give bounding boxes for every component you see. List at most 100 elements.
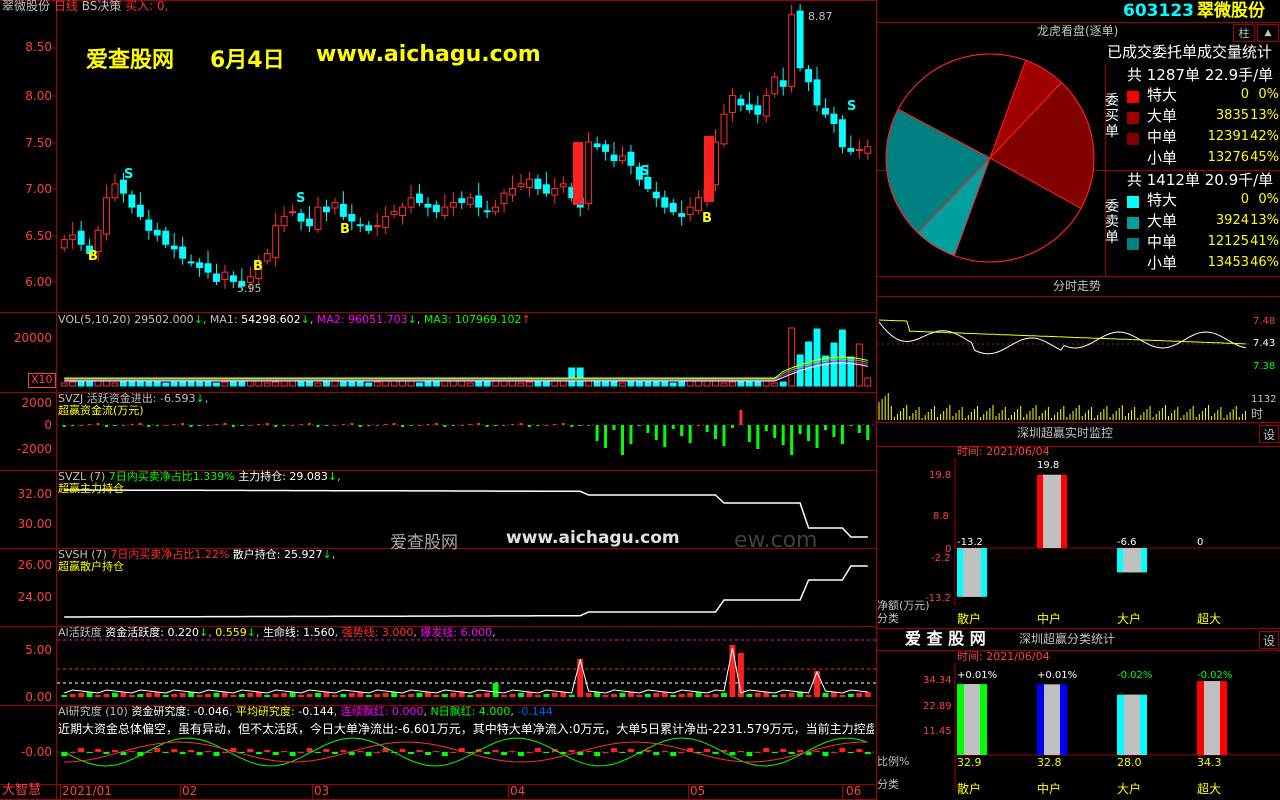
- candle-body: [229, 275, 237, 282]
- intraday-price-line: [878, 321, 1246, 355]
- svzj-bar: [849, 425, 853, 426]
- ai-research-bar: [847, 752, 854, 753]
- date-axis-label: 03: [314, 784, 330, 798]
- ai-active-title: AI活跃度: [58, 626, 102, 639]
- vol-unit-badge[interactable]: X10: [28, 373, 56, 388]
- svzj-bar: [587, 425, 591, 426]
- ai-research-bar: [281, 751, 288, 752]
- realtime-value-label: 0: [1197, 537, 1204, 548]
- ai-research-bar: [264, 750, 271, 752]
- ai-research-bar: [154, 748, 161, 752]
- svzj-bar: [155, 425, 159, 426]
- pin-button[interactable]: 柱: [1233, 24, 1255, 42]
- collapse-button[interactable]: ▲: [1257, 24, 1279, 42]
- realtime-value-label: -6.6: [1117, 537, 1137, 548]
- candle-body: [678, 213, 686, 217]
- svzj-bar: [570, 425, 574, 427]
- ai-strong-label: 强势线:: [341, 626, 379, 639]
- ai-research-bar: [213, 752, 220, 756]
- indicator-label[interactable]: BS决策: [82, 0, 122, 13]
- ai-research-bar: [374, 752, 381, 753]
- svzj-bar: [409, 425, 413, 426]
- buy-side-label: 委买单: [1105, 93, 1119, 140]
- svzj-bar: [857, 425, 861, 433]
- svzj-bar: [663, 425, 667, 447]
- ai-active-bar: [585, 693, 592, 697]
- volume-bar: [424, 381, 432, 387]
- large-candle: [704, 136, 714, 202]
- ai-active-bar: [399, 695, 406, 697]
- realtime-category-label: 散户: [957, 612, 982, 626]
- price-tick: 6.00: [25, 275, 52, 289]
- svzj-bar: [214, 424, 218, 425]
- realtime-tick: -2.2: [931, 553, 951, 564]
- ai-research-bar: [205, 751, 211, 752]
- ai-nred: 4.000: [478, 705, 511, 718]
- buy-count: 买入: 0,: [125, 0, 169, 13]
- stat-row-pct: 46%: [1250, 255, 1279, 270]
- ai-active-tick: 5.00: [25, 643, 52, 657]
- ai-active-label: 资金活跃度:: [105, 626, 164, 639]
- ai-active-bar: [501, 695, 508, 697]
- classify-value-label: 32.8: [1037, 756, 1062, 769]
- period-label[interactable]: 日线: [54, 0, 78, 13]
- svzj-bar: [333, 425, 337, 426]
- candle-body: [111, 183, 119, 199]
- candle-body: [297, 213, 305, 222]
- svzj-bar: [840, 425, 844, 444]
- ai-research-bar: [594, 752, 601, 756]
- ai-active-bar: [69, 694, 76, 697]
- ai-active-bar: [433, 695, 440, 697]
- ai-active-bar: [534, 695, 541, 697]
- ai-research-bar: [196, 752, 203, 755]
- volume-bar: [517, 382, 525, 387]
- ai-active-bar: [145, 693, 152, 697]
- svzj-bar: [578, 425, 582, 426]
- volume-bar: [280, 380, 288, 387]
- svzj-bar: [240, 425, 244, 426]
- svzj-bar: [553, 424, 557, 425]
- svzj-bar: [477, 423, 481, 425]
- ai-active-bar: [255, 692, 262, 697]
- svzj-subtitle: 超赢资金流(万元): [58, 404, 144, 417]
- volume-bar: [534, 380, 542, 387]
- ai-research-bar: [221, 752, 228, 753]
- stat-row-pct: 0%: [1258, 87, 1279, 102]
- svzj-bar: [291, 425, 295, 426]
- ai-active-bar: [95, 695, 102, 697]
- volume-bar: [864, 377, 872, 387]
- price-high-marker: 8.87: [808, 10, 833, 23]
- stat-row-value: 0: [1240, 192, 1249, 207]
- main-chart-area[interactable]: B B B B S S S S 翠微股份 日线 BS决策 买入: 0, 爱查股网 6月4日 w…: [0, 0, 876, 800]
- ai-research-bar: [272, 752, 279, 755]
- svzj-bar: [714, 425, 718, 439]
- ai-research-bar: [408, 752, 414, 754]
- ai-active-bar: [171, 694, 178, 697]
- svzj-bar: [113, 425, 117, 426]
- stat-row-name: 特大: [1147, 191, 1178, 209]
- svzj-bar: [164, 425, 168, 426]
- volume-bar: [322, 381, 330, 387]
- classify-settings-button[interactable]: 设: [1259, 631, 1279, 649]
- ai-active-bar: [306, 694, 313, 697]
- intraday-vol-unit: 时: [1251, 407, 1264, 421]
- svzj-bar: [341, 424, 345, 425]
- ai-research-bar: [179, 752, 186, 754]
- volume-ma-line: [64, 360, 868, 381]
- intraday-tick: 7.48: [1253, 316, 1276, 327]
- volume-bar: [771, 382, 779, 387]
- ai-active-bar: [238, 694, 245, 697]
- candle-body: [103, 197, 110, 235]
- svsh-tick: 26.00: [17, 558, 52, 572]
- candle-body: [847, 148, 855, 152]
- candle-body: [458, 198, 466, 203]
- volume-bar: [77, 380, 85, 387]
- candle-body: [289, 211, 297, 214]
- ai-research-comment: 近期大资金总体偏空，虽有异动，但不太活跃，今日大单净流出:-6.601万元，其中…: [58, 723, 874, 736]
- candle-body: [559, 183, 567, 188]
- candle-body: [695, 197, 703, 212]
- ai-active-line: [64, 647, 868, 694]
- svzj-bar: [815, 425, 819, 448]
- date-axis-label: 04: [510, 784, 526, 798]
- realtime-settings-button[interactable]: 设: [1259, 425, 1279, 443]
